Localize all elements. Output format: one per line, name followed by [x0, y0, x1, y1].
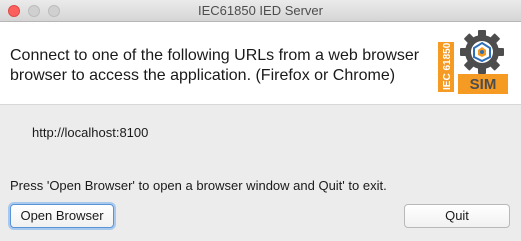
logo-sim-text: SIM [470, 76, 497, 93]
server-url: http://localhost:8100 [32, 125, 149, 140]
header-panel: Connect to one of the following URLs fro… [0, 22, 521, 105]
title-bar[interactable]: IEC61850 IED Server [0, 0, 521, 22]
hint-text: Press 'Open Browser' to open a browser w… [10, 178, 387, 193]
open-browser-button[interactable]: Open Browser [10, 204, 114, 228]
app-window: IEC61850 IED Server Connect to one of th… [0, 0, 521, 241]
instructions-line-1: Connect to one of the following URLs fro… [10, 47, 420, 64]
gear-icon [460, 30, 504, 74]
logo-vertical-text: IEC 61850 [442, 42, 453, 90]
quit-button[interactable]: Quit [404, 204, 510, 228]
window-title: IEC61850 IED Server [197, 3, 323, 18]
instructions-text: Connect to one of the following URLs fro… [10, 46, 430, 86]
iec61850-sim-logo: IEC 61850 SIM [438, 30, 508, 94]
instructions-line-2: browser to access the application. (Fire… [10, 67, 396, 84]
